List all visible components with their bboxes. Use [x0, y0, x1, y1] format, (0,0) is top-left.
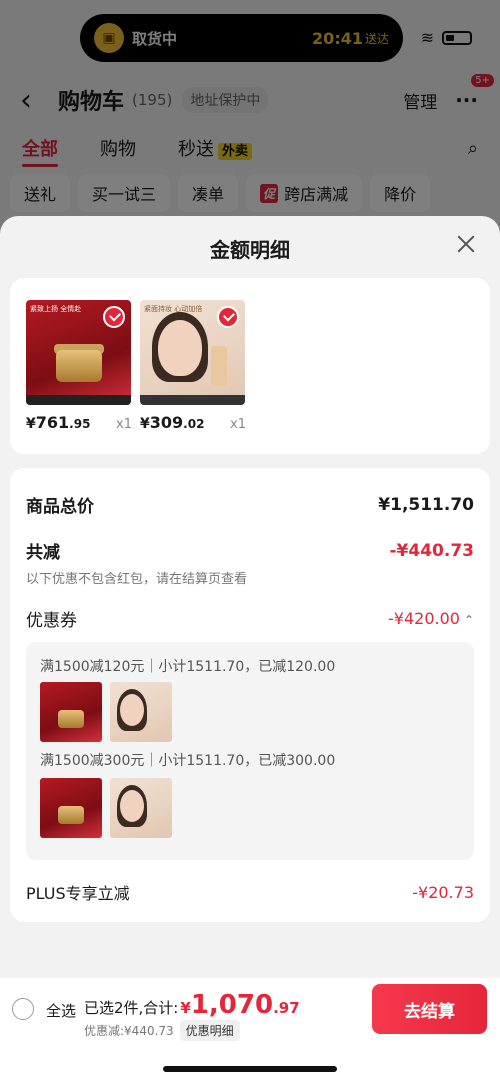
- total-row: 商品总价 ¥1,511.70: [26, 492, 474, 518]
- product-qty: x1: [116, 417, 132, 432]
- product-thumb: [110, 682, 172, 742]
- coupon-line: 满1500减120元｜小计1511.70，已减120.00: [40, 659, 336, 675]
- select-all-radio[interactable]: [12, 998, 34, 1020]
- total-summary: 已选2件,合计: ¥ 1,070 .97: [84, 990, 300, 1020]
- total-value: ¥1,511.70: [378, 494, 474, 515]
- coupon-line: 满1500减300元｜小计1511.70，已减300.00: [40, 753, 336, 769]
- check-icon: [217, 306, 239, 328]
- product-image: 紧致上扬 全情赴: [26, 300, 131, 405]
- product-thumb: [40, 682, 102, 742]
- product-image: 紧面持妆 心动加倍: [140, 300, 245, 405]
- coupon-products: [40, 778, 172, 838]
- total-label: 商品总价: [26, 497, 94, 517]
- select-all-label[interactable]: 全选: [46, 1000, 76, 1021]
- price-yen: ¥: [140, 416, 150, 432]
- product-thumb: [40, 778, 102, 838]
- products-card: 紧致上扬 全情赴 ¥ 761 .95 x1 紧面持妆 心动加倍 ¥ 309 .0…: [10, 278, 490, 454]
- product-qty: x1: [230, 417, 246, 432]
- chevron-up-icon: ⌃: [463, 613, 474, 627]
- product-image-text: 紧致上扬 全情赴: [30, 305, 82, 313]
- checkout-button[interactable]: 去结算: [372, 984, 487, 1034]
- price-int: 761: [35, 413, 70, 432]
- reduce-value: -¥440.73: [389, 540, 475, 561]
- amount-detail-sheet: 金额明细 紧致上扬 全情赴 ¥ 761 .95 x1 紧面持妆 心动加倍 ¥ 3…: [0, 216, 500, 1083]
- coupon-value-text: -¥420.00: [388, 609, 460, 628]
- coupon-label: 优惠券: [26, 611, 77, 631]
- price-yen: ¥: [26, 416, 36, 432]
- price-dec: .95: [69, 417, 91, 431]
- reduce-note: 以下优惠不包含红包，请在结算页查看: [26, 572, 248, 587]
- coupon-breakdown: 满1500减120元｜小计1511.70，已减120.00 满1500减300元…: [26, 642, 474, 860]
- plus-label: PLUS专享立减: [26, 884, 130, 903]
- discount-text: 优惠减:¥440.73: [84, 1024, 174, 1038]
- total-yen: ¥: [180, 999, 191, 1017]
- detail-pill[interactable]: 优惠明细: [179, 1020, 240, 1041]
- product-item[interactable]: 紧面持妆 心动加倍 ¥ 309 .02 x1: [140, 300, 250, 432]
- product-thumb: [110, 778, 172, 838]
- product-item[interactable]: 紧致上扬 全情赴 ¥ 761 .95 x1: [26, 300, 136, 432]
- price-int: 309: [149, 413, 184, 432]
- total-int: 1,070: [190, 990, 274, 1020]
- price-detail-card: 商品总价 ¥1,511.70 共减 -¥440.73 以下优惠不包含红包，请在结…: [10, 468, 490, 922]
- reduce-label: 共减: [26, 543, 60, 563]
- discount-line: 优惠减:¥440.73 优惠明细: [84, 1020, 240, 1041]
- plus-row: PLUS专享立减 -¥20.73: [26, 880, 474, 904]
- selected-text: 已选2件,合计:: [84, 999, 179, 1017]
- coupon-row[interactable]: 优惠券 -¥420.00 ⌃: [26, 606, 474, 631]
- reduce-row: 共减 -¥440.73: [26, 538, 475, 564]
- coupon-products: [40, 682, 172, 742]
- product-price: ¥ 309 .02 x1: [140, 413, 250, 432]
- close-icon[interactable]: [452, 230, 480, 258]
- price-dec: .02: [183, 417, 205, 431]
- total-dec: .97: [273, 999, 300, 1017]
- home-indicator[interactable]: [163, 1066, 337, 1072]
- product-price: ¥ 761 .95 x1: [26, 413, 136, 432]
- plus-value: -¥20.73: [412, 882, 474, 902]
- coupon-value: -¥420.00 ⌃: [388, 609, 474, 628]
- check-icon: [103, 306, 125, 328]
- dim-overlay[interactable]: [0, 0, 500, 240]
- sheet-title: 金额明细: [210, 238, 290, 262]
